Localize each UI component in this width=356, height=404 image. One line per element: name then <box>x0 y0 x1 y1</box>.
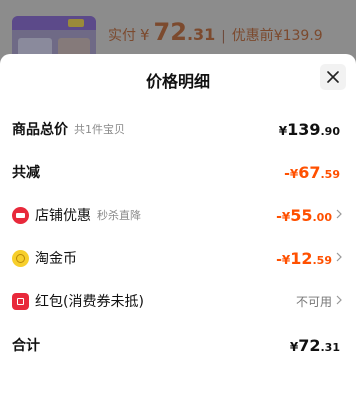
paid-amount-dec: .31 <box>186 25 216 44</box>
shop-price: - ¥ 55 .00 <box>276 205 332 225</box>
row-coin[interactable]: 淘金币 - ¥ 12 .59 <box>0 243 356 273</box>
coin-price: - ¥ 12 .59 <box>276 248 332 268</box>
sheet-title: 价格明细 <box>145 72 210 91</box>
chevron-right-icon <box>336 252 342 262</box>
red-packet-label: 红包(消费券未抵) <box>35 294 144 310</box>
background-order-header: 实付 ¥ 72 .31 | 优惠前 ¥139.9 <box>0 0 356 72</box>
shop-icon <box>12 206 29 224</box>
paid-currency: ¥ <box>140 26 150 44</box>
coin-label: 淘金币 <box>35 251 77 267</box>
total-price: ¥ 139 .90 <box>278 119 340 139</box>
total-note: 共1件宝贝 <box>74 123 125 136</box>
shop-label: 店铺优惠 <box>35 208 91 224</box>
sum-price: ¥ 72 .31 <box>289 335 340 355</box>
row-total: 商品总价 共1件宝贝 ¥ 139 .90 <box>0 114 356 144</box>
red-packet-icon <box>12 292 29 310</box>
paid-label: 实付 <box>108 28 136 44</box>
page: 实付 ¥ 72 .31 | 优惠前 ¥139.9 价格明细 商品总价 共1件宝贝… <box>0 0 356 404</box>
red-packet-status: 不可用 <box>295 294 332 309</box>
close-icon <box>327 71 339 83</box>
total-label: 商品总价 <box>12 122 68 138</box>
separator: | <box>221 29 226 44</box>
row-shop-discount[interactable]: 店铺优惠 秒杀直降 - ¥ 55 .00 <box>0 200 356 230</box>
paid-amount-int: 72 <box>153 18 187 46</box>
close-button[interactable] <box>320 64 346 90</box>
orig-label: 优惠前 <box>231 28 274 44</box>
orig-price: ¥139.9 <box>273 28 323 44</box>
paid-summary: 实付 ¥ 72 .31 | 优惠前 ¥139.9 <box>108 18 323 54</box>
price-detail-sheet: 价格明细 商品总价 共1件宝贝 ¥ 139 .90 共减 - ¥ 67 .59 … <box>0 54 356 404</box>
discount-label: 共减 <box>12 165 40 181</box>
coin-icon <box>12 249 29 267</box>
shop-note: 秒杀直降 <box>97 209 141 222</box>
chevron-right-icon <box>336 209 342 219</box>
row-discount: 共减 - ¥ 67 .59 <box>0 157 356 187</box>
discount-price: - ¥ 67 .59 <box>284 162 340 182</box>
row-red-packet[interactable]: 红包(消费券未抵) 不可用 <box>0 286 356 316</box>
chevron-right-icon <box>336 295 342 305</box>
sum-label: 合计 <box>12 338 40 354</box>
row-sum: 合计 ¥ 72 .31 <box>0 330 356 360</box>
